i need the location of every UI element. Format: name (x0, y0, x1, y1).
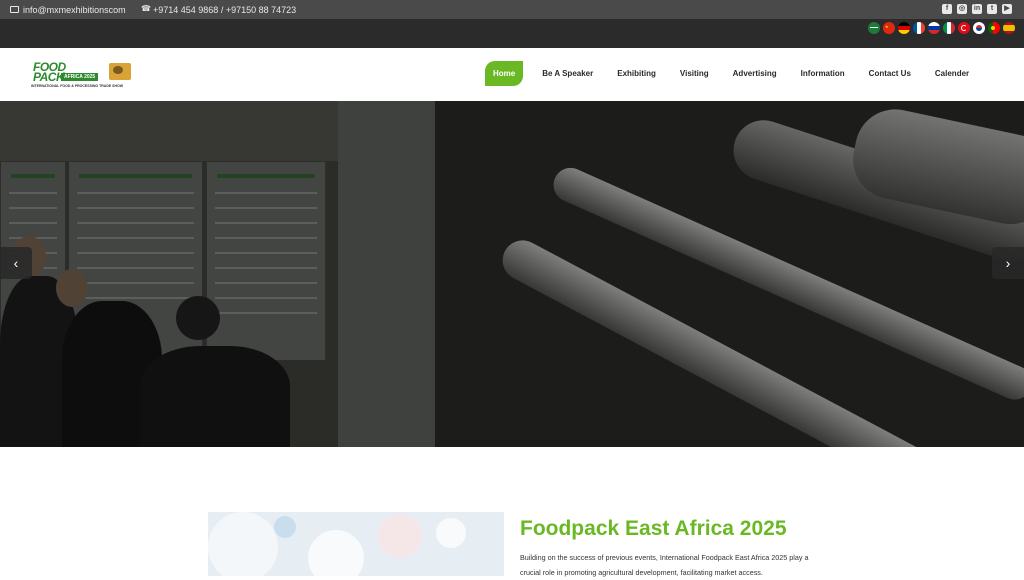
bokeh-shape (274, 516, 296, 538)
nav-be-a-speaker[interactable]: Be A Speaker (530, 61, 605, 86)
about-title: Foodpack East Africa 2025 (520, 517, 787, 540)
youtube-icon[interactable]: ▶ (1002, 4, 1012, 14)
instagram-icon[interactable]: ◎ (957, 4, 967, 14)
envelope-icon (10, 6, 19, 13)
linkedin-icon[interactable]: in (972, 4, 982, 14)
nav-information[interactable]: Information (789, 61, 857, 86)
language-bar: ★ (0, 19, 1024, 48)
package-icon (109, 63, 131, 80)
slider-next-button[interactable]: › (992, 247, 1024, 279)
facebook-icon[interactable]: f (942, 4, 952, 14)
phone-text[interactable]: +9714 454 9868 / +97150 88 74723 (153, 5, 296, 15)
nav-contact-us[interactable]: Contact Us (857, 61, 923, 86)
top-contact-bar: info@mxmexhibitionscom +9714 454 9868 / … (0, 0, 1024, 19)
about-image (208, 512, 504, 576)
flag-arabic-icon[interactable] (868, 22, 880, 34)
bokeh-shape (208, 512, 278, 576)
flag-italian-icon[interactable] (943, 22, 955, 34)
nav-visiting[interactable]: Visiting (668, 61, 721, 86)
flag-korean-icon[interactable] (973, 22, 985, 34)
logo-line2: PACK (33, 70, 65, 84)
logo-badge: AFRICA 2025 (61, 73, 99, 81)
logo-tagline: INTERNATIONAL FOOD & PROCESSING TRADE SH… (31, 84, 124, 88)
nav-calender[interactable]: Calender (923, 61, 981, 86)
flag-spanish-icon[interactable] (1003, 22, 1015, 34)
nav-home[interactable]: Home (485, 61, 524, 86)
bokeh-shape (436, 518, 466, 548)
bokeh-shape (378, 514, 422, 558)
email-contact[interactable]: info@mxmexhibitionscom (10, 0, 126, 19)
language-flags: ★ (868, 22, 1015, 34)
phone-contact[interactable]: +9714 454 9868 / +97150 88 74723 (141, 0, 296, 19)
flag-chinese-icon[interactable]: ★ (883, 22, 895, 34)
phone-icon (141, 4, 151, 14)
nav-exhibiting[interactable]: Exhibiting (605, 61, 668, 86)
main-navigation: Home Be A Speaker Exhibiting Visiting Ad… (485, 61, 981, 86)
flag-german-icon[interactable] (898, 22, 910, 34)
email-text[interactable]: info@mxmexhibitionscom (23, 5, 126, 15)
slider-prev-button[interactable]: ‹ (0, 247, 32, 279)
flag-turkish-icon[interactable] (958, 22, 970, 34)
foodpack-logo[interactable]: FOOD PACK AFRICA 2025 INTERNATIONAL FOOD… (31, 60, 137, 90)
hero-overlay (0, 101, 1024, 447)
twitter-icon[interactable]: t (987, 4, 997, 14)
hero-slider: ‹ › (0, 101, 1024, 447)
site-header: FOOD PACK AFRICA 2025 INTERNATIONAL FOOD… (0, 48, 1024, 101)
flag-french-icon[interactable] (913, 22, 925, 34)
flag-russian-icon[interactable] (928, 22, 940, 34)
nav-advertising[interactable]: Advertising (721, 61, 789, 86)
flag-portuguese-icon[interactable] (988, 22, 1000, 34)
social-links: f ◎ in t ▶ (942, 4, 1012, 14)
bokeh-shape (308, 530, 364, 576)
